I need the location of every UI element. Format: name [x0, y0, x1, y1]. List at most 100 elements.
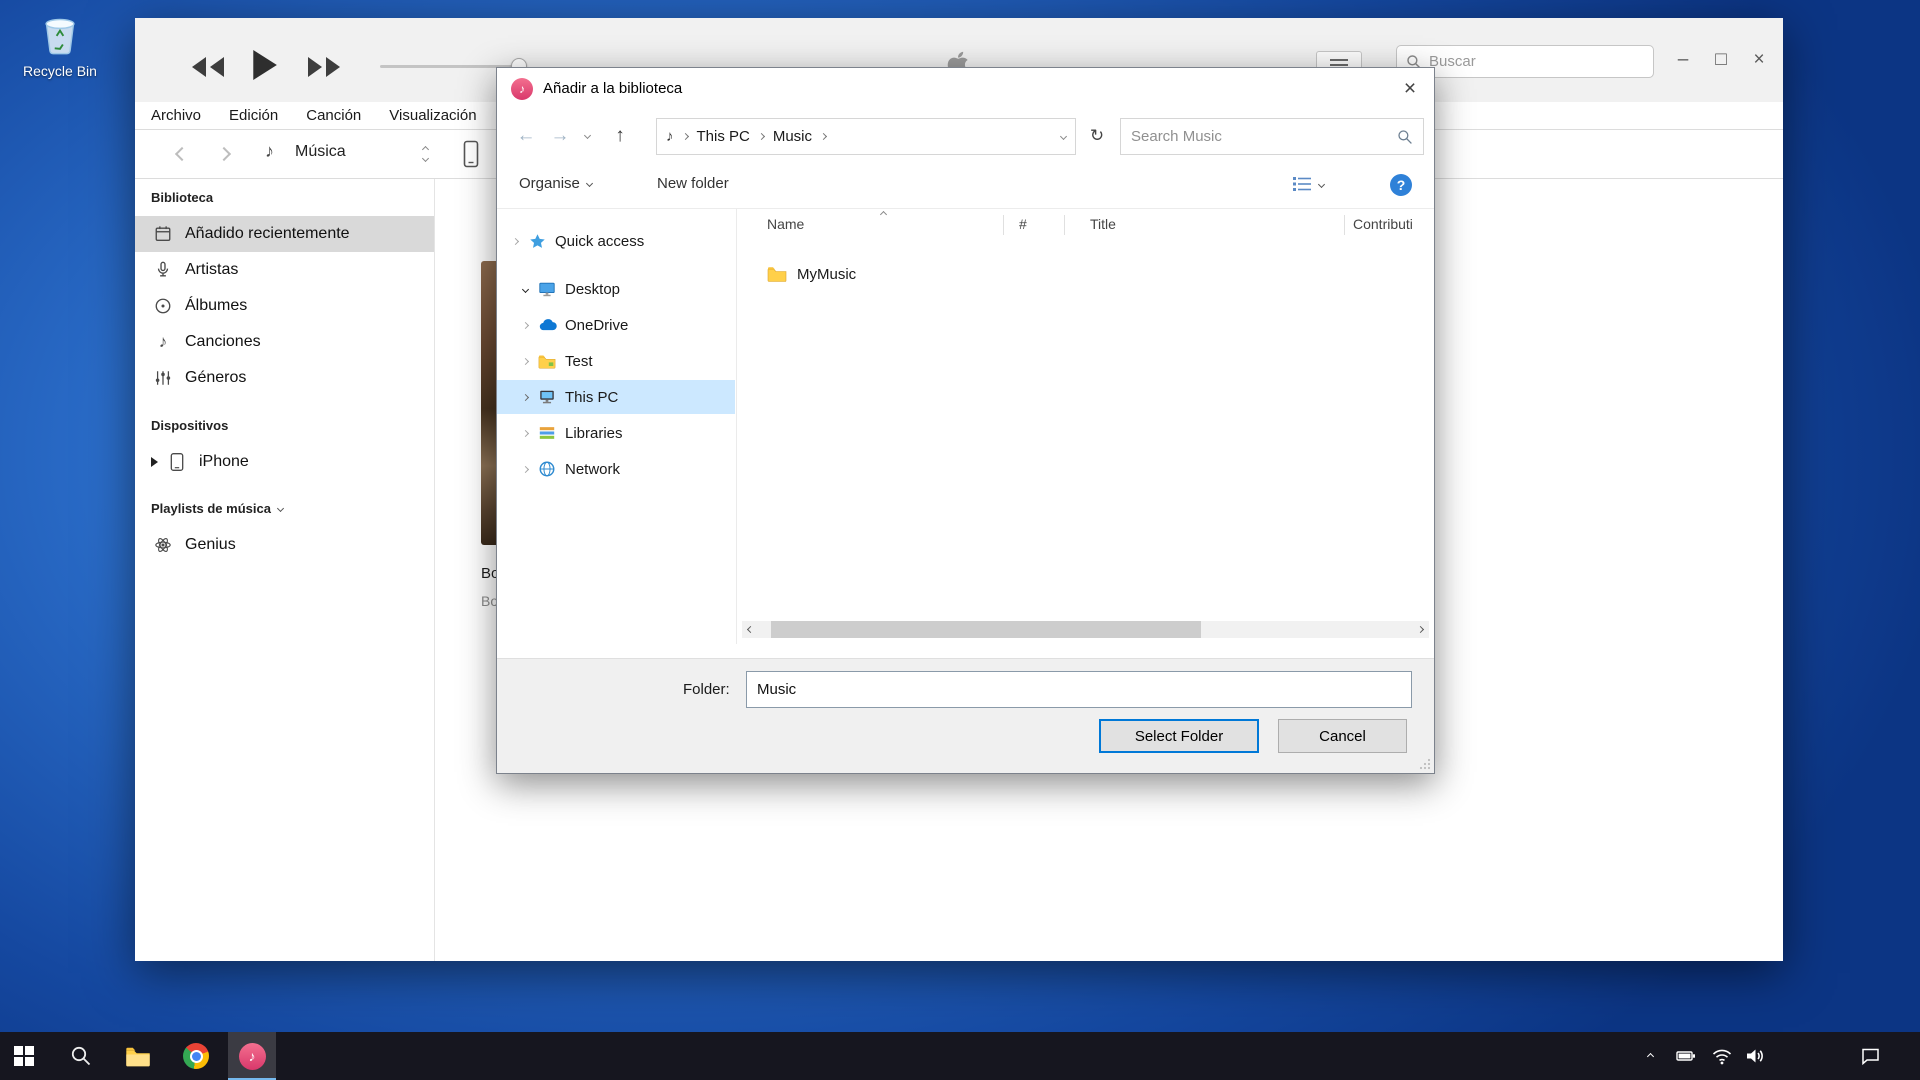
sidebar-item-albums[interactable]: Álbumes [135, 288, 434, 324]
dialog-close-button[interactable]: × [1386, 68, 1434, 109]
expand-triangle-icon[interactable] [151, 457, 158, 467]
breadcrumb-chevron-icon[interactable] [681, 133, 688, 140]
tray-expand-button[interactable] [1632, 1032, 1668, 1080]
tree-item-this-pc[interactable]: This PC [497, 380, 735, 414]
sidebar-item-label: iPhone [199, 453, 249, 471]
back-icon[interactable] [175, 147, 189, 161]
menu-visualizacion[interactable]: Visualización [389, 107, 476, 124]
collapse-chevron-icon[interactable] [522, 285, 529, 292]
tree-item-network[interactable]: Network [497, 452, 735, 486]
address-dropdown-chevron-icon[interactable] [1060, 133, 1067, 140]
menu-cancion[interactable]: Canción [306, 107, 361, 124]
battery-tray-button[interactable] [1668, 1032, 1704, 1080]
column-header-number[interactable]: # [1019, 216, 1027, 232]
itunes-taskbar-button[interactable]: ♪ [228, 1032, 276, 1080]
refresh-button[interactable]: ↻ [1082, 121, 1112, 151]
start-button[interactable] [0, 1032, 48, 1080]
tree-item-libraries[interactable]: Libraries [497, 416, 735, 450]
column-divider[interactable] [1064, 215, 1065, 235]
expand-chevron-icon[interactable] [522, 465, 529, 472]
chevron-down-icon[interactable] [422, 155, 429, 162]
breadcrumb-this-pc[interactable]: This PC [697, 128, 750, 145]
chrome-button[interactable] [172, 1032, 220, 1080]
volume-tray-button[interactable] [1737, 1032, 1773, 1080]
cancel-button[interactable]: Cancel [1278, 719, 1407, 753]
tree-item-desktop[interactable]: Desktop [497, 272, 735, 306]
menu-edicion[interactable]: Edición [229, 107, 278, 124]
folder-icon [537, 354, 557, 369]
tree-item-quick-access[interactable]: Quick access [497, 224, 735, 258]
menu-archivo[interactable]: Archivo [151, 107, 201, 124]
sidebar-item-label: Canciones [185, 333, 261, 351]
breadcrumb-chevron-icon[interactable] [758, 133, 765, 140]
minimize-button[interactable]: – [1665, 42, 1701, 78]
sidebar-item-genius[interactable]: Genius [135, 527, 434, 563]
nav-back-button[interactable]: ← [511, 121, 541, 151]
network-tray-button[interactable] [1704, 1032, 1740, 1080]
folder-tree: Quick access Desktop OneDrive [497, 209, 736, 660]
folder-icon [767, 266, 787, 282]
horizontal-scrollbar[interactable] [742, 621, 1429, 638]
media-selector[interactable]: Música [295, 143, 346, 161]
new-folder-button[interactable]: New folder [657, 175, 729, 192]
sidebar-item-recently-added[interactable]: Añadido recientemente [135, 216, 434, 252]
recycle-bin[interactable]: Recycle Bin [18, 10, 102, 79]
view-selector-button[interactable] [1292, 175, 1324, 193]
recent-locations-chevron-icon[interactable] [584, 132, 591, 139]
sort-ascending-icon [880, 211, 887, 218]
previous-track-button[interactable] [187, 54, 229, 80]
tree-item-onedrive[interactable]: OneDrive [497, 308, 735, 342]
quick-access-star-icon [527, 233, 547, 250]
sidebar-item-artists[interactable]: Artistas [135, 252, 434, 288]
dialog-search-input[interactable] [1131, 128, 1389, 145]
scroll-right-button[interactable] [1412, 621, 1429, 638]
breadcrumb-music[interactable]: Music [773, 128, 812, 145]
itunes-search-input[interactable] [1429, 53, 1644, 70]
play-button[interactable] [247, 46, 281, 84]
column-header-name[interactable]: Name [767, 216, 804, 232]
scrollbar-thumb[interactable] [771, 621, 1201, 638]
device-icon[interactable] [463, 140, 479, 168]
expand-chevron-icon[interactable] [522, 393, 529, 400]
playlists-header[interactable]: Playlists de música [151, 501, 283, 516]
expand-chevron-icon[interactable] [522, 429, 529, 436]
column-divider[interactable] [1003, 215, 1004, 235]
nav-up-button[interactable]: ↑ [605, 121, 635, 151]
breadcrumb-chevron-icon[interactable] [820, 133, 827, 140]
file-explorer-button[interactable] [114, 1032, 162, 1080]
scrollbar-track[interactable] [759, 621, 1412, 638]
select-folder-button[interactable]: Select Folder [1099, 719, 1259, 753]
column-divider[interactable] [1344, 215, 1345, 235]
resize-grip[interactable] [1419, 758, 1431, 770]
forward-icon[interactable] [217, 147, 231, 161]
action-center-button[interactable] [1850, 1032, 1890, 1080]
equalizer-icon [153, 369, 173, 387]
folder-name-input[interactable] [746, 671, 1412, 708]
sidebar-item-songs[interactable]: ♪ Canciones [135, 324, 434, 360]
maximize-button[interactable]: □ [1703, 42, 1739, 78]
column-header-contributing[interactable]: Contributi [1353, 216, 1413, 232]
next-track-button[interactable] [303, 54, 345, 80]
library-header: Biblioteca [151, 190, 213, 205]
dialog-search-box[interactable] [1120, 118, 1424, 155]
organise-button[interactable]: Organise [519, 175, 592, 192]
window-close-button[interactable]: × [1741, 42, 1777, 78]
search-icon [70, 1045, 92, 1067]
tree-item-label: Test [565, 353, 593, 370]
column-header-title[interactable]: Title [1090, 216, 1116, 232]
scroll-left-button[interactable] [742, 621, 759, 638]
expand-chevron-icon[interactable] [522, 357, 529, 364]
dialog-toolbar: Organise New folder ? [497, 163, 1434, 209]
chevron-up-icon[interactable] [422, 146, 429, 153]
file-row-mymusic[interactable]: MyMusic [737, 259, 1434, 289]
address-bar[interactable]: ♪ This PC Music [656, 118, 1076, 155]
dialog-titlebar[interactable]: ♪ Añadir a la biblioteca × [497, 68, 1434, 109]
expand-chevron-icon[interactable] [522, 321, 529, 328]
tree-item-test[interactable]: Test [497, 344, 735, 378]
help-button[interactable]: ? [1390, 174, 1412, 196]
nav-forward-button[interactable]: → [545, 121, 575, 151]
taskbar-search-button[interactable] [57, 1032, 105, 1080]
sidebar-item-genres[interactable]: Géneros [135, 360, 434, 396]
expand-chevron-icon[interactable] [512, 237, 519, 244]
sidebar-item-iphone[interactable]: iPhone [135, 444, 434, 480]
